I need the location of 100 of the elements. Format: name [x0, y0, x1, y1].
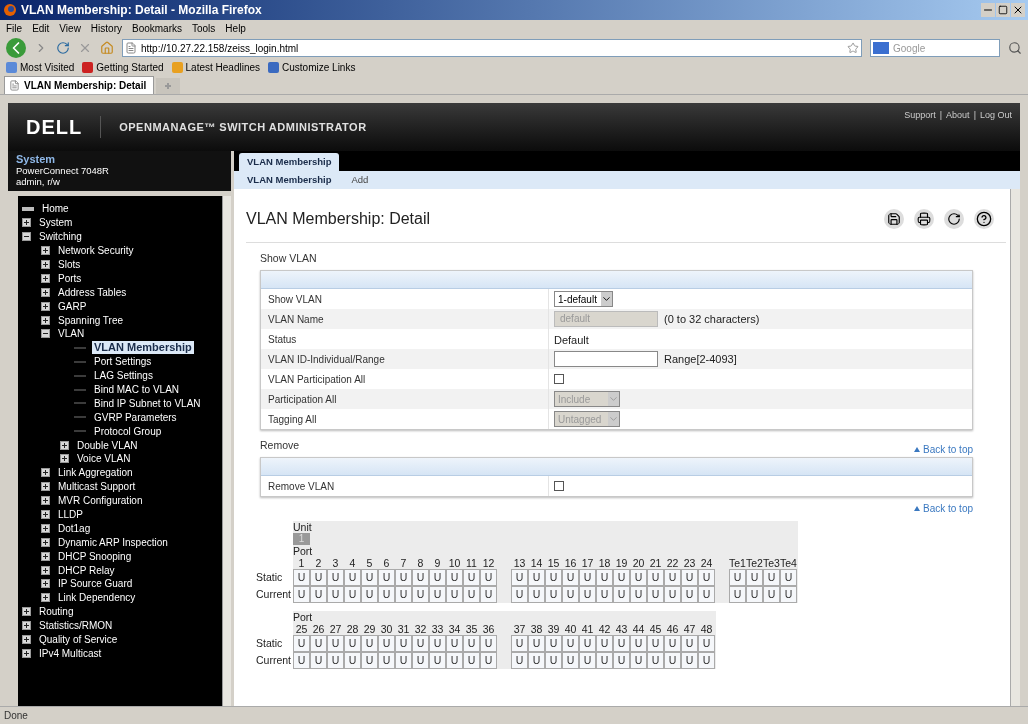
- port-mode-cell[interactable]: U: [681, 586, 698, 603]
- port-mode-cell[interactable]: U: [344, 569, 361, 586]
- port-mode-cell[interactable]: U: [630, 569, 647, 586]
- bookmark-star-icon[interactable]: [847, 42, 859, 54]
- expand-icon[interactable]: [22, 621, 31, 631]
- back-to-top-link[interactable]: Back to top: [913, 500, 973, 516]
- expand-icon[interactable]: [41, 287, 50, 297]
- dropdown[interactable]: 1-default: [554, 291, 613, 307]
- expand-icon[interactable]: [41, 523, 50, 533]
- port-mode-cell[interactable]: U: [596, 635, 613, 652]
- port-mode-cell[interactable]: U: [446, 635, 463, 652]
- port-mode-cell[interactable]: U: [681, 635, 698, 652]
- port-mode-cell[interactable]: U: [579, 635, 596, 652]
- port-mode-cell[interactable]: U: [463, 586, 480, 603]
- sub-tab[interactable]: Add: [351, 172, 369, 188]
- port-mode-cell[interactable]: U: [327, 569, 344, 586]
- nav-item[interactable]: VLAN: [56, 327, 87, 341]
- expand-icon[interactable]: [41, 468, 50, 478]
- port-mode-cell[interactable]: U: [480, 586, 497, 603]
- port-mode-cell[interactable]: U: [630, 586, 647, 603]
- port-mode-cell[interactable]: U: [545, 635, 562, 652]
- port-mode-cell[interactable]: U: [698, 586, 715, 603]
- nav-item[interactable]: DHCP Snooping: [56, 549, 134, 563]
- expand-icon[interactable]: [60, 440, 69, 450]
- nav-item[interactable]: Routing: [37, 605, 76, 619]
- nav-item[interactable]: Switching: [37, 230, 84, 244]
- expand-icon[interactable]: [41, 260, 50, 269]
- expand-icon[interactable]: [41, 510, 50, 520]
- menu-item[interactable]: Edit: [32, 21, 50, 36]
- port-mode-cell[interactable]: U: [545, 569, 562, 586]
- port-mode-cell[interactable]: U: [412, 586, 429, 603]
- nav-item[interactable]: Spanning Tree: [56, 313, 126, 327]
- search-button[interactable]: [1008, 41, 1022, 55]
- port-mode-cell[interactable]: U: [545, 586, 562, 603]
- port-mode-cell[interactable]: U: [647, 569, 664, 586]
- back-to-top-link[interactable]: Back to top: [913, 441, 973, 457]
- bookmark-link[interactable]: Most Visited: [20, 59, 75, 75]
- port-mode-cell[interactable]: U: [511, 635, 528, 652]
- port-mode-cell[interactable]: U: [528, 569, 545, 586]
- port-mode-cell[interactable]: U: [480, 569, 497, 586]
- bookmark-link[interactable]: Customize Links: [282, 59, 356, 75]
- port-mode-cell[interactable]: U: [293, 652, 310, 669]
- bookmark-link[interactable]: Getting Started: [96, 59, 164, 75]
- menu-item[interactable]: Help: [225, 21, 246, 36]
- browser-tab[interactable]: VLAN Membership: Detail: [4, 76, 154, 94]
- port-mode-cell[interactable]: U: [378, 569, 395, 586]
- nav-item[interactable]: MVR Configuration: [56, 494, 145, 508]
- nav-item[interactable]: IPv4 Multicast: [37, 646, 104, 660]
- port-mode-cell[interactable]: U: [293, 635, 310, 652]
- nav-item[interactable]: Double VLAN: [75, 438, 140, 452]
- port-mode-cell[interactable]: U: [562, 586, 579, 603]
- port-mode-cell[interactable]: U: [463, 652, 480, 669]
- port-mode-cell[interactable]: U: [596, 569, 613, 586]
- port-mode-cell[interactable]: U: [562, 652, 579, 669]
- expand-icon[interactable]: [41, 315, 50, 325]
- nav-item[interactable]: DHCP Relay: [56, 563, 117, 577]
- port-mode-cell[interactable]: U: [664, 586, 681, 603]
- port-mode-cell[interactable]: U: [429, 569, 446, 586]
- expand-icon[interactable]: [41, 301, 50, 311]
- menu-item[interactable]: Bookmarks: [132, 21, 182, 36]
- port-mode-cell[interactable]: U: [630, 652, 647, 669]
- port-mode-cell[interactable]: U: [429, 635, 446, 652]
- expand-icon[interactable]: [60, 454, 69, 464]
- header-link[interactable]: Support: [904, 109, 936, 123]
- port-mode-cell[interactable]: U: [647, 635, 664, 652]
- address-bar[interactable]: http://10.27.22.158/zeiss_login.html: [122, 39, 862, 57]
- nav-item[interactable]: GVRP Parameters: [92, 410, 179, 424]
- port-mode-cell[interactable]: U: [463, 635, 480, 652]
- port-mode-cell[interactable]: U: [664, 569, 681, 586]
- port-mode-cell[interactable]: U: [293, 586, 310, 603]
- port-mode-cell[interactable]: U: [681, 569, 698, 586]
- expand-icon[interactable]: [41, 273, 50, 283]
- scrollbar[interactable]: [222, 196, 231, 706]
- expand-icon[interactable]: [41, 551, 50, 561]
- nav-item[interactable]: Slots: [56, 258, 83, 271]
- back-button[interactable]: [6, 38, 26, 58]
- port-mode-cell[interactable]: U: [511, 652, 528, 669]
- scrollbar[interactable]: [1010, 189, 1020, 706]
- port-mode-cell[interactable]: U: [344, 586, 361, 603]
- nav-item[interactable]: Address Tables: [56, 285, 129, 299]
- expand-icon[interactable]: [41, 537, 50, 547]
- nav-item[interactable]: GARP: [56, 299, 89, 313]
- nav-item[interactable]: Protocol Group: [92, 424, 164, 438]
- port-mode-cell[interactable]: U: [480, 635, 497, 652]
- port-mode-cell[interactable]: U: [378, 652, 395, 669]
- port-mode-cell[interactable]: U: [613, 586, 630, 603]
- port-mode-cell[interactable]: U: [378, 635, 395, 652]
- menu-item[interactable]: Tools: [192, 21, 216, 36]
- port-mode-cell[interactable]: U: [746, 586, 763, 603]
- port-mode-cell[interactable]: U: [327, 586, 344, 603]
- port-mode-cell[interactable]: U: [446, 569, 463, 586]
- nav-item[interactable]: Voice VLAN: [75, 452, 133, 466]
- header-link[interactable]: About: [946, 109, 970, 123]
- port-mode-cell[interactable]: U: [647, 652, 664, 669]
- menu-item[interactable]: File: [6, 21, 23, 36]
- nav-item[interactable]: Dot1ag: [56, 521, 93, 535]
- port-mode-cell[interactable]: U: [681, 652, 698, 669]
- port-mode-cell[interactable]: U: [647, 586, 664, 603]
- port-mode-cell[interactable]: U: [698, 569, 715, 586]
- port-mode-cell[interactable]: U: [395, 586, 412, 603]
